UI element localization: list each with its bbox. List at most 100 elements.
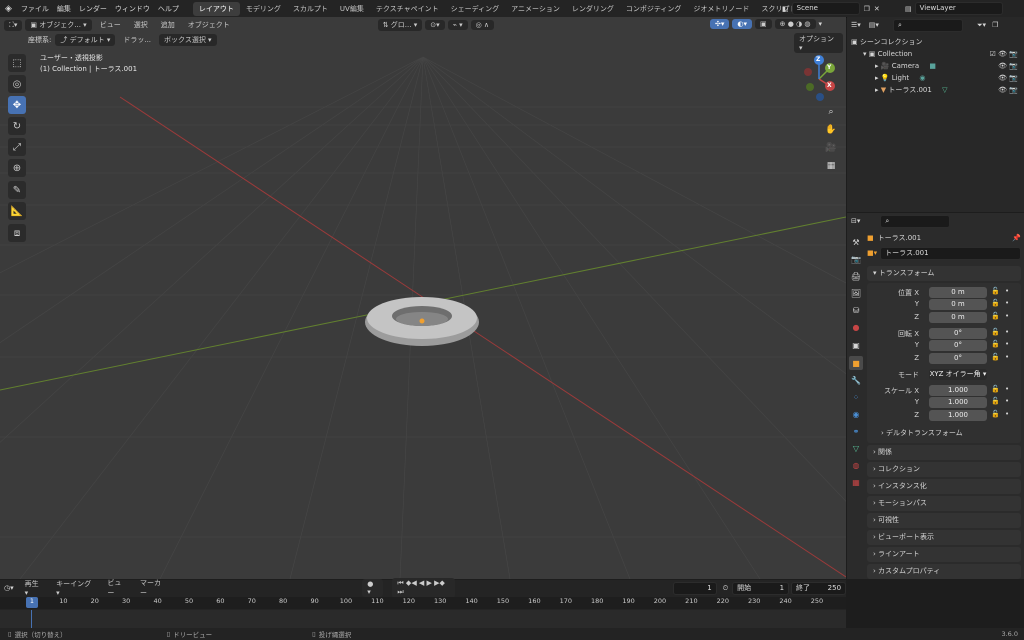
- lock-icon[interactable]: 🔓: [991, 340, 1000, 348]
- object-name-field[interactable]: トーラス.001: [880, 246, 1021, 260]
- scene-icon[interactable]: ◧: [782, 5, 789, 13]
- panel-visibility[interactable]: › 可視性: [867, 512, 1021, 528]
- lock-icon[interactable]: 🔓: [991, 385, 1000, 393]
- scene-tab-icon[interactable]: ⛁: [849, 303, 863, 317]
- snap-toggle[interactable]: ⌁ ▾: [447, 20, 468, 30]
- mesh-data-icon[interactable]: ▽: [942, 86, 947, 94]
- xray-toggle[interactable]: ▣: [755, 19, 772, 29]
- grid-projection-icon[interactable]: ▦: [824, 159, 838, 173]
- props-editor-icon[interactable]: ⊟▾: [851, 217, 860, 225]
- tab-shading[interactable]: シェーディング: [445, 2, 506, 16]
- expand-icon[interactable]: ▾: [863, 50, 867, 58]
- lock-icon[interactable]: 🔓: [991, 410, 1000, 418]
- add-cube-tool-icon[interactable]: ⧈: [8, 224, 26, 242]
- lock-icon[interactable]: 🔓: [991, 287, 1000, 295]
- outliner-item-camera[interactable]: ▸ 🎥 Camera ■ 👁 📷: [847, 60, 1024, 72]
- outliner-item-light[interactable]: ▸ 💡 Light ◉ 👁 📷: [847, 72, 1024, 84]
- keyframe-dot-icon[interactable]: •: [1005, 410, 1009, 418]
- particles-tab-icon[interactable]: ⁘: [849, 390, 863, 404]
- rotate-tool-icon[interactable]: ↻: [8, 117, 26, 135]
- new-scene-icon[interactable]: ❐: [864, 5, 870, 13]
- menu-render[interactable]: レンダー: [75, 4, 111, 14]
- menu-window[interactable]: ウィンドウ: [111, 4, 154, 14]
- measure-tool-icon[interactable]: 📐: [8, 202, 26, 220]
- light-data-icon[interactable]: ◉: [919, 74, 925, 82]
- scale-y-field[interactable]: 1.000: [929, 397, 987, 408]
- outliner-display-icon[interactable]: ▤▾: [869, 21, 879, 29]
- expand-icon[interactable]: ▸: [875, 62, 879, 70]
- tab-modeling[interactable]: モデリング: [240, 2, 287, 16]
- object-type-icon[interactable]: ■▾: [867, 249, 877, 257]
- annotate-tool-icon[interactable]: ✎: [8, 181, 26, 199]
- collection-row[interactable]: ▾ ▣ Collection ☑ 👁 📷: [847, 48, 1024, 60]
- location-x-field[interactable]: 0 m: [929, 286, 987, 298]
- view-layer-field[interactable]: ViewLayer: [914, 2, 1003, 15]
- location-z-field[interactable]: 0 m: [929, 311, 987, 323]
- panel-line-art[interactable]: › ラインアート: [867, 546, 1021, 562]
- tab-compositing[interactable]: コンポジティング: [620, 2, 688, 16]
- lock-icon[interactable]: 🔓: [991, 299, 1000, 307]
- menu-file[interactable]: ファイル: [17, 4, 53, 14]
- outliner-search-input[interactable]: ⌕: [892, 18, 963, 32]
- tab-texture-paint[interactable]: テクスチャペイント: [370, 2, 445, 16]
- menu-timeline-view[interactable]: ビュー: [102, 577, 132, 599]
- keyframe-dot-icon[interactable]: •: [1005, 340, 1009, 348]
- clock-icon[interactable]: ⏲: [723, 584, 728, 593]
- move-tool-icon[interactable]: ✥: [8, 96, 26, 114]
- 3d-viewport[interactable]: [0, 17, 846, 579]
- rotation-x-field[interactable]: 0°: [929, 327, 987, 339]
- panel-relations[interactable]: › 関係: [867, 444, 1021, 460]
- tab-uv[interactable]: UV編集: [334, 2, 370, 16]
- keyframe-dot-icon[interactable]: •: [1005, 328, 1009, 336]
- new-collection-icon[interactable]: ❐: [992, 21, 998, 29]
- lock-icon[interactable]: 🔓: [991, 353, 1000, 361]
- timeline-ruler[interactable]: 1 10 20 30 40 50 60 70 80 90 100 110 120 130 140 150 160…: [0, 597, 846, 609]
- keyframe-dot-icon[interactable]: •: [1005, 385, 1009, 393]
- transform-tool-icon[interactable]: ⊕: [8, 159, 26, 177]
- constraints-tab-icon[interactable]: ⚭: [849, 424, 863, 438]
- delta-transform-subpanel[interactable]: › デルタトランスフォーム: [867, 428, 1021, 440]
- expand-icon[interactable]: ▸: [875, 86, 879, 94]
- lock-icon[interactable]: 🔓: [991, 397, 1000, 405]
- coord-select[interactable]: ⤴ デフォルト ▾: [55, 34, 116, 46]
- timeline-track-area[interactable]: [0, 610, 846, 628]
- lock-icon[interactable]: 🔓: [991, 312, 1000, 320]
- orientation-select[interactable]: ⇅ グロ... ▾: [377, 19, 423, 31]
- props-search-input[interactable]: ⌕: [880, 214, 951, 228]
- tab-sculpt[interactable]: スカルプト: [287, 2, 334, 16]
- tab-rendering[interactable]: レンダリング: [566, 2, 620, 16]
- scene-collection-row[interactable]: ▣ シーンコレクション: [847, 36, 1024, 48]
- light-visibility-icons[interactable]: 👁 📷: [998, 72, 1018, 84]
- keyframe-dot-icon[interactable]: •: [1005, 299, 1009, 307]
- scale-x-field[interactable]: 1.000: [929, 384, 987, 396]
- tool-tab-icon[interactable]: ⚒: [849, 235, 863, 249]
- view-layer-tab-icon[interactable]: 🖼: [849, 286, 863, 300]
- rotation-y-field[interactable]: 0°: [929, 340, 987, 351]
- menu-keying[interactable]: キーイング ▾: [51, 578, 99, 598]
- location-y-field[interactable]: 0 m: [929, 299, 987, 310]
- panel-collections[interactable]: › コレクション: [867, 461, 1021, 477]
- transform-panel-header[interactable]: ▾ トランスフォーム: [867, 266, 1021, 281]
- render-tab-icon[interactable]: 📷: [849, 252, 863, 266]
- end-frame-field[interactable]: 終了 250: [791, 581, 847, 595]
- menu-view[interactable]: ビュー: [95, 19, 126, 31]
- menu-select[interactable]: 選択: [129, 19, 153, 31]
- blender-logo-icon[interactable]: ◈: [0, 4, 17, 14]
- select-tool-icon[interactable]: ⬚: [8, 54, 26, 72]
- object-tab-icon[interactable]: ■: [849, 356, 863, 370]
- rotation-z-field[interactable]: 0°: [929, 352, 987, 364]
- panel-viewport-display[interactable]: › ビューポート表示: [867, 529, 1021, 545]
- data-tab-icon[interactable]: ▽: [849, 441, 863, 455]
- keyframe-dot-icon[interactable]: •: [1005, 287, 1009, 295]
- tab-animation[interactable]: アニメーション: [505, 2, 566, 16]
- keyframe-dot-icon[interactable]: •: [1005, 312, 1009, 320]
- navigation-gizmo[interactable]: X Y Z: [794, 54, 844, 104]
- shading-menu-icon[interactable]: ▾: [819, 20, 823, 28]
- menu-object[interactable]: オブジェクト: [183, 19, 235, 31]
- panel-custom-properties[interactable]: › カスタムプロパティ: [867, 563, 1021, 579]
- outliner-item-torus[interactable]: ▸ ▼ トーラス.001 ▽ 👁 📷: [847, 84, 1024, 96]
- tab-geometry-nodes[interactable]: ジオメトリノード: [687, 2, 755, 16]
- outliner-editor-icon[interactable]: ☰▾: [851, 21, 861, 29]
- modifier-tab-icon[interactable]: 🔧: [849, 373, 863, 387]
- zoom-icon[interactable]: ⌕: [824, 105, 838, 119]
